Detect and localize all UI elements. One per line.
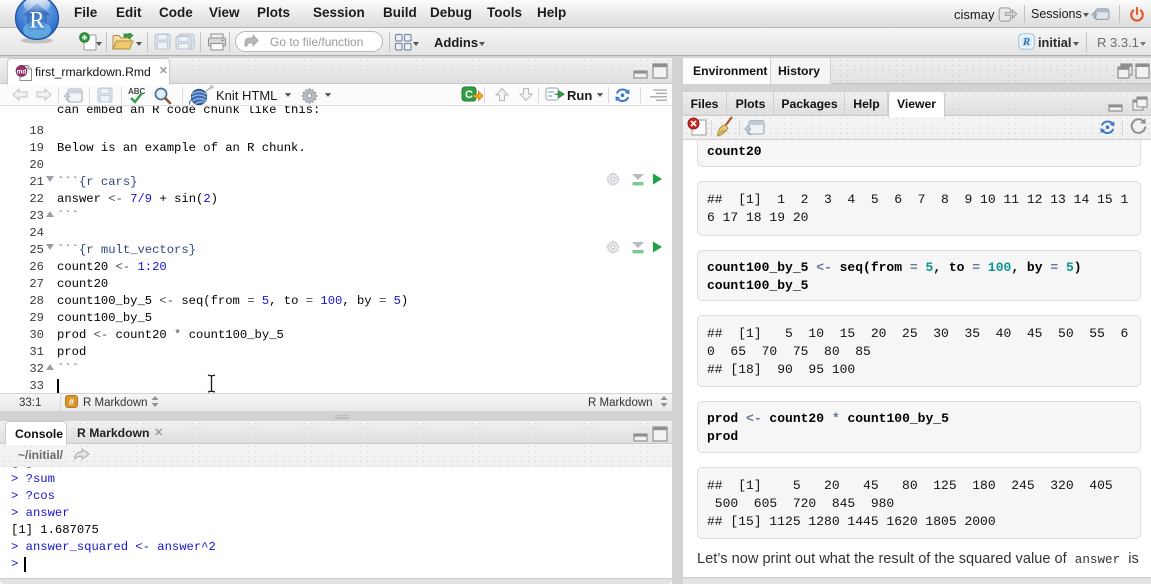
- svg-text:md: md: [17, 68, 27, 75]
- svg-text:R: R: [1022, 36, 1030, 48]
- svg-text:#: #: [69, 397, 74, 407]
- svg-text:C: C: [465, 89, 473, 101]
- svg-text:ABC: ABC: [128, 87, 146, 96]
